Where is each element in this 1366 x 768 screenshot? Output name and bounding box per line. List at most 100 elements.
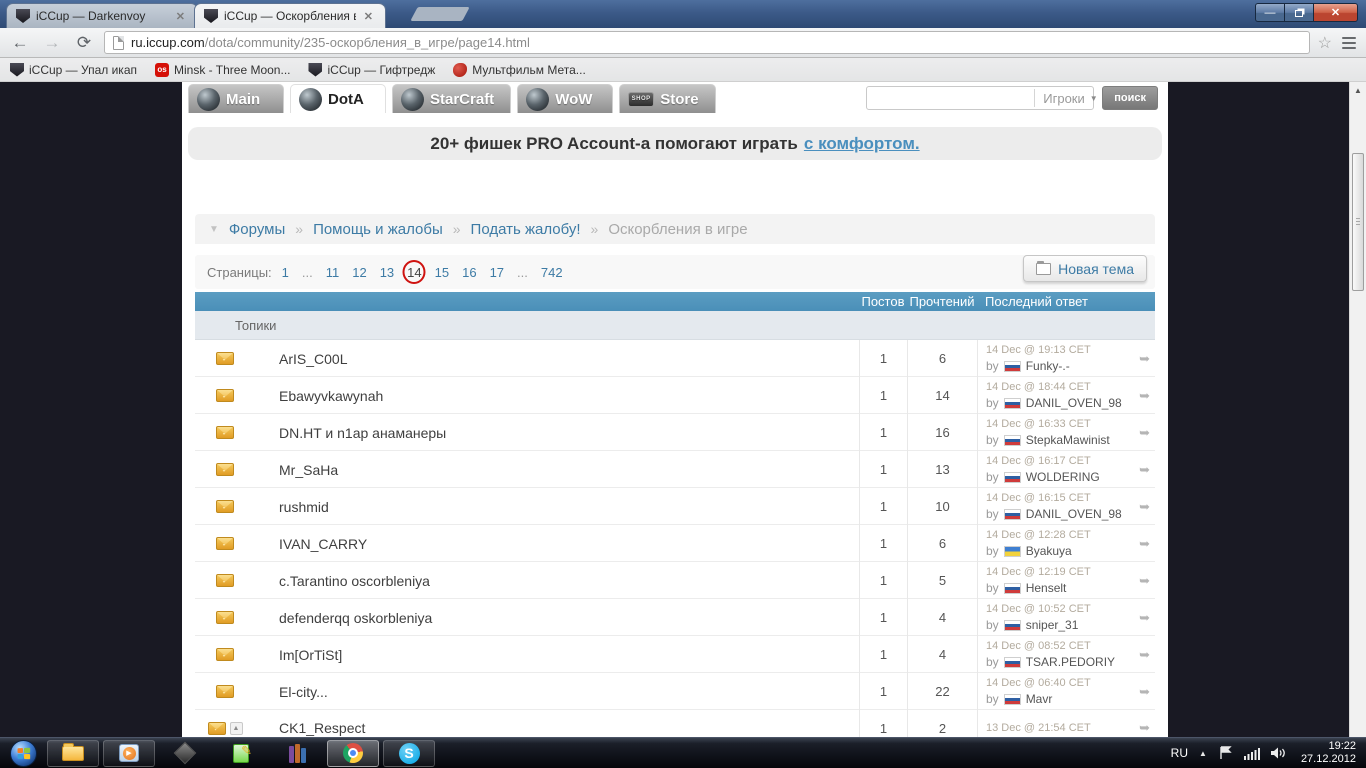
last-reply-user[interactable]: Henselt bbox=[1026, 580, 1067, 596]
last-reply-user[interactable]: DANIL_OVEN_98 bbox=[1026, 395, 1122, 411]
goto-last-post-icon[interactable]: ➥ bbox=[1139, 610, 1150, 626]
chrome-menu-icon[interactable] bbox=[1340, 35, 1358, 51]
page-link[interactable]: 17 bbox=[490, 265, 504, 280]
last-reply-user[interactable]: WOLDERING bbox=[1026, 469, 1100, 485]
new-tab-button[interactable] bbox=[410, 7, 470, 21]
tab-close-icon[interactable]: ✕ bbox=[174, 10, 187, 23]
minimize-button[interactable]: — bbox=[1255, 3, 1284, 22]
envelope-icon bbox=[216, 463, 234, 476]
goto-last-post-icon[interactable]: ➥ bbox=[1139, 499, 1150, 515]
last-reply-date: 14 Dec @ 16:33 CET bbox=[986, 418, 1091, 430]
last-reply-user[interactable]: DANIL_OVEN_98 bbox=[1026, 506, 1122, 522]
tab-close-icon[interactable]: ✕ bbox=[362, 10, 375, 23]
last-reply-user[interactable]: Funky-.- bbox=[1026, 358, 1070, 374]
last-reply-user[interactable]: Mavr bbox=[1026, 691, 1053, 707]
topic-title[interactable]: CK1_Respect bbox=[255, 710, 859, 737]
url-bar[interactable]: ru.iccup.com/dota/community/235-оскорбле… bbox=[104, 31, 1310, 54]
bookmark-item[interactable]: Мультфильм Мета... bbox=[453, 62, 586, 77]
goto-last-post-icon[interactable]: ➥ bbox=[1139, 425, 1150, 441]
taskbar-item-iccup-launcher[interactable] bbox=[159, 740, 211, 767]
network-signal-icon[interactable] bbox=[1243, 747, 1260, 760]
page-link[interactable]: 742 bbox=[541, 265, 563, 280]
breadcrumb: ▼ Форумы » Помощь и жалобы » Подать жалобу! »… bbox=[195, 214, 1155, 244]
close-button[interactable]: ✕ bbox=[1313, 3, 1358, 22]
topic-title[interactable]: ArIS_C00L bbox=[255, 340, 859, 377]
topic-title[interactable]: DN.HT и n1ap анаманеры bbox=[255, 414, 859, 451]
bookmark-item[interactable]: iCCup — Упал икап bbox=[10, 62, 137, 77]
page-link[interactable]: 11 bbox=[326, 265, 340, 280]
taskbar-item-media-player[interactable]: ▶ bbox=[103, 739, 155, 767]
breadcrumb-item[interactable]: Форумы bbox=[229, 221, 285, 238]
goto-last-post-icon[interactable]: ➥ bbox=[1139, 462, 1150, 478]
goto-last-post-icon[interactable]: ➥ bbox=[1139, 720, 1150, 736]
topic-title[interactable]: Mr_SaHa bbox=[255, 451, 859, 488]
topic-reads-count: 13 bbox=[907, 451, 977, 488]
language-indicator[interactable]: RU bbox=[1171, 746, 1188, 760]
topic-title[interactable]: rushmid bbox=[255, 488, 859, 525]
page-link[interactable]: 15 bbox=[435, 265, 449, 280]
refresh-button[interactable]: ⟳ bbox=[72, 32, 96, 54]
site-nav-tab[interactable]: WoW bbox=[517, 84, 614, 113]
restore-button[interactable] bbox=[1284, 3, 1313, 22]
page-link[interactable]: 16 bbox=[462, 265, 476, 280]
taskbar-item-winrar[interactable] bbox=[271, 740, 323, 767]
site-nav-tab[interactable]: StarCraft bbox=[392, 84, 512, 113]
bookmark-item[interactable]: iCCup — Гифтредж bbox=[308, 62, 435, 77]
site-nav-tab[interactable]: SHOP Store bbox=[619, 84, 716, 113]
collapse-triangle-icon[interactable]: ▼ bbox=[209, 224, 219, 235]
back-button[interactable]: ← bbox=[8, 32, 32, 54]
scrollbar-up-arrow-icon[interactable]: ▲ bbox=[1350, 82, 1366, 98]
search-category-dropdown[interactable]: Игроки ▼ bbox=[1034, 89, 1105, 107]
taskbar-item-notepad-plus[interactable] bbox=[215, 740, 267, 767]
page-link[interactable]: 13 bbox=[380, 265, 394, 280]
goto-last-post-icon[interactable]: ➥ bbox=[1139, 536, 1150, 552]
browser-tab[interactable]: iCCup — Оскорбления в ✕ bbox=[194, 3, 386, 28]
topic-title[interactable]: El-city... bbox=[255, 673, 859, 710]
last-reply-user[interactable]: Byakuya bbox=[1026, 543, 1072, 559]
site-nav-tab[interactable]: Main bbox=[188, 84, 284, 113]
topic-title[interactable]: Ebawyvkawynah bbox=[255, 377, 859, 414]
scrollbar-thumb[interactable] bbox=[1352, 153, 1364, 291]
search-input[interactable] bbox=[867, 88, 1035, 108]
goto-last-post-icon[interactable]: ➥ bbox=[1139, 684, 1150, 700]
page-link[interactable]: 14 bbox=[402, 260, 426, 284]
bookmark-item[interactable]: os Minsk - Three Moon... bbox=[155, 62, 290, 77]
clock[interactable]: 19:22 27.12.2012 bbox=[1301, 740, 1356, 766]
hidden-icons-chevron-icon[interactable]: ▲ bbox=[1199, 749, 1207, 758]
breadcrumb-item[interactable]: Подать жалобу! bbox=[471, 221, 581, 238]
page-link[interactable]: ... bbox=[517, 265, 528, 280]
last-reply-user[interactable]: sniper_31 bbox=[1026, 617, 1079, 633]
forward-button[interactable]: → bbox=[40, 32, 64, 54]
page-link[interactable]: 1 bbox=[282, 265, 289, 280]
goto-last-post-icon[interactable]: ➥ bbox=[1139, 573, 1150, 589]
new-topic-button[interactable]: Новая тема bbox=[1023, 255, 1147, 282]
last-reply-user[interactable]: TSAR.PEDORIY bbox=[1026, 654, 1115, 670]
taskbar-item-chrome[interactable] bbox=[327, 739, 379, 767]
site-nav-tab[interactable]: DotA bbox=[290, 84, 386, 113]
action-center-flag-icon[interactable] bbox=[1218, 746, 1233, 760]
topic-title[interactable]: c.Tarantino oscorbleniya bbox=[255, 562, 859, 599]
country-flag-icon bbox=[1003, 545, 1021, 557]
topic-title[interactable]: Im[OrTiSt] bbox=[255, 636, 859, 673]
page-link[interactable]: ... bbox=[302, 265, 313, 280]
goto-last-post-icon[interactable]: ➥ bbox=[1139, 388, 1150, 404]
volume-icon[interactable] bbox=[1270, 746, 1288, 760]
goto-last-post-icon[interactable]: ➥ bbox=[1139, 351, 1150, 367]
last-reply-user[interactable]: StepkaMawinist bbox=[1026, 432, 1110, 448]
goto-last-post-icon[interactable]: ➥ bbox=[1139, 647, 1150, 663]
site-tab-label: DotA bbox=[328, 90, 364, 108]
start-button[interactable] bbox=[10, 739, 37, 767]
topic-title[interactable]: defenderqq oskorbleniya bbox=[255, 599, 859, 636]
breadcrumb-item[interactable]: Помощь и жалобы bbox=[313, 221, 443, 238]
search-button[interactable]: поиск bbox=[1102, 86, 1158, 110]
taskbar-item-explorer[interactable] bbox=[47, 739, 99, 767]
tab-strip: iCCup — Darkenvoy ✕ iCCup — Оскорбления … bbox=[6, 3, 386, 28]
bookmark-favicon-icon bbox=[308, 62, 323, 77]
bookmark-star-icon[interactable]: ☆ bbox=[1318, 33, 1332, 53]
browser-scrollbar[interactable]: ▲ bbox=[1349, 82, 1366, 737]
browser-tab[interactable]: iCCup — Darkenvoy ✕ bbox=[6, 3, 198, 28]
topic-title[interactable]: IVAN_CARRY bbox=[255, 525, 859, 562]
taskbar-item-skype[interactable]: S bbox=[383, 739, 435, 767]
page-link[interactable]: 12 bbox=[352, 265, 366, 280]
banner-link[interactable]: с комфортом. bbox=[804, 134, 920, 154]
